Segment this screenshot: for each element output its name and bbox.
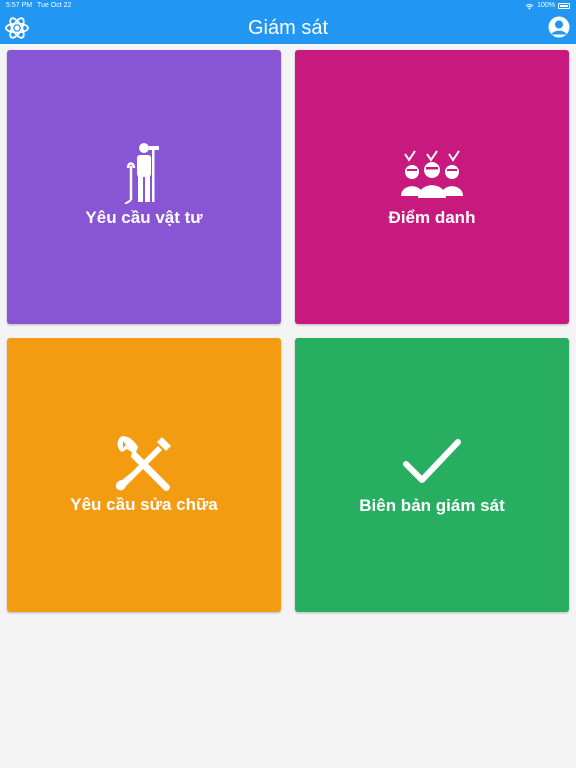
user-avatar-icon[interactable]	[548, 16, 570, 38]
wifi-icon	[525, 3, 534, 10]
tile-attendance[interactable]: Điểm danh	[295, 50, 569, 324]
tile-label: Yêu cầu sửa chữa	[70, 495, 218, 514]
checkmark-icon	[403, 439, 461, 483]
tile-supervision-report[interactable]: Biên bản giám sát	[295, 338, 569, 612]
tile-repair-request[interactable]: Yêu cầu sửa chữa	[7, 338, 281, 612]
tile-label: Điểm danh	[388, 208, 476, 227]
group-attendance-icon	[401, 150, 463, 198]
battery-icon	[558, 3, 570, 9]
battery-percent: 100%	[537, 2, 555, 9]
tile-label: Biên bản giám sát	[359, 496, 505, 515]
nav-bar: Giám sát	[0, 12, 576, 44]
page-title: Giám sát	[247, 17, 329, 39]
status-time: 5:57 PM	[6, 2, 33, 9]
status-date: Tue Oct 22	[37, 2, 72, 9]
wrench-screwdriver-icon	[115, 436, 171, 491]
status-right: 100%	[525, 0, 570, 12]
status-bar: 5:57 PM Tue Oct 22 100%	[0, 0, 576, 12]
tile-label: Yêu cầu vật tư	[85, 208, 203, 227]
worker-with-broom-icon	[124, 143, 159, 204]
tile-material-request[interactable]: Yêu cầu vật tư	[7, 50, 281, 324]
